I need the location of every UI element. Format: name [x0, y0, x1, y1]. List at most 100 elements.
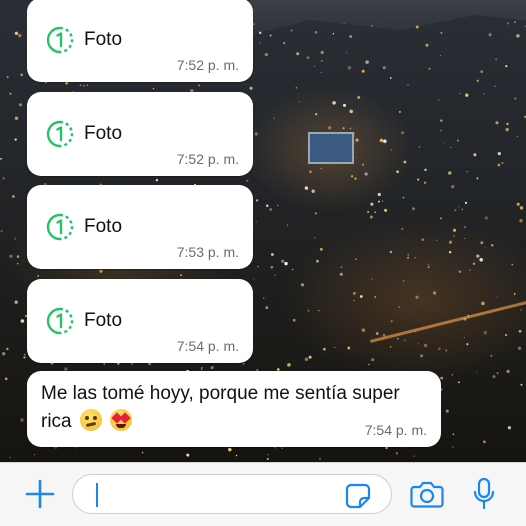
city-light: [476, 254, 480, 258]
city-light: [496, 296, 498, 298]
sticker-icon[interactable]: [345, 483, 371, 509]
camera-icon[interactable]: [410, 479, 444, 509]
city-light: [355, 138, 359, 142]
city-light: [350, 175, 354, 178]
city-light: [415, 295, 419, 299]
city-light: [507, 426, 512, 430]
city-light: [306, 56, 310, 59]
city-light: [378, 200, 380, 203]
city-light: [253, 278, 255, 280]
photo-label: Foto: [84, 216, 123, 237]
city-light: [413, 455, 415, 457]
city-light: [340, 266, 343, 269]
message-input[interactable]: [72, 474, 392, 514]
city-light: [9, 92, 12, 95]
city-light: [516, 34, 520, 38]
city-light: [274, 446, 277, 449]
city-light: [415, 25, 419, 29]
photo-message[interactable]: Foto 7:53 p. m.: [27, 185, 253, 269]
city-light: [14, 31, 19, 36]
city-light: [266, 458, 269, 460]
city-light: [464, 201, 468, 205]
city-light: [342, 103, 347, 107]
city-light: [445, 409, 449, 413]
city-light: [453, 235, 456, 237]
city-light: [6, 76, 9, 79]
message-time: 7:53 p. m.: [176, 244, 239, 260]
city-light: [267, 454, 269, 456]
city-light: [368, 363, 370, 366]
photo-label: Foto: [84, 123, 123, 144]
city-light: [290, 29, 293, 32]
city-light: [497, 163, 501, 167]
city-light: [451, 185, 455, 189]
city-light: [492, 375, 496, 379]
city-light: [488, 33, 492, 37]
photo-label: Foto: [84, 310, 123, 331]
city-light: [385, 446, 388, 450]
city-light: [274, 274, 276, 276]
city-light: [343, 22, 345, 24]
city-light: [249, 86, 253, 90]
city-light: [320, 71, 323, 74]
city-light: [298, 100, 300, 103]
city-light: [20, 319, 25, 323]
city-light: [17, 263, 19, 265]
city-light: [277, 204, 279, 207]
city-light: [269, 208, 273, 211]
city-light: [0, 230, 3, 232]
city-light: [314, 65, 316, 67]
city-light: [448, 171, 452, 175]
city-light: [99, 269, 103, 273]
city-light: [513, 293, 516, 295]
city-light: [292, 318, 296, 322]
city-light: [332, 101, 336, 105]
photo-message[interactable]: Foto 7:54 p. m.: [27, 279, 253, 363]
city-light: [497, 151, 501, 156]
city-light: [180, 274, 182, 277]
city-light: [464, 237, 466, 240]
city-light: [469, 269, 471, 271]
city-light: [20, 418, 24, 422]
city-light: [412, 207, 415, 211]
text-message[interactable]: Me las tomé hoyy, porque me sentía super…: [27, 371, 441, 447]
photo-message[interactable]: Foto 7:52 p. m.: [27, 0, 253, 82]
city-light: [347, 66, 352, 70]
city-light: [384, 208, 388, 212]
city-light: [309, 170, 312, 174]
city-light: [382, 66, 386, 70]
city-light: [472, 262, 476, 265]
city-light: [254, 132, 258, 136]
city-light: [377, 192, 381, 197]
city-light: [448, 251, 452, 254]
city-light: [9, 254, 13, 258]
city-light: [505, 127, 509, 132]
view-once-icon: [46, 120, 74, 148]
city-light: [2, 177, 5, 180]
city-light: [407, 256, 410, 259]
city-light: [476, 177, 479, 180]
message-time: 7:54 p. m.: [364, 422, 427, 438]
message-time: 7:52 p. m.: [176, 151, 239, 167]
city-light: [345, 52, 348, 54]
city-light: [314, 236, 316, 239]
city-light: [65, 81, 69, 85]
city-light: [141, 451, 144, 454]
city-light: [86, 84, 89, 87]
plus-icon[interactable]: [24, 478, 56, 510]
city-light: [458, 206, 460, 208]
city-light: [270, 253, 274, 256]
city-light: [369, 215, 373, 219]
city-light: [23, 353, 26, 356]
city-light: [320, 50, 324, 55]
city-light: [342, 127, 345, 130]
photo-message[interactable]: Foto 7:52 p. m.: [27, 92, 253, 176]
city-light: [284, 261, 288, 266]
city-light: [440, 129, 442, 132]
city-light: [323, 347, 326, 351]
city-light: [459, 93, 461, 95]
city-light: [473, 153, 477, 157]
city-light: [440, 31, 443, 34]
city-light: [319, 247, 323, 251]
microphone-icon[interactable]: [472, 477, 496, 511]
